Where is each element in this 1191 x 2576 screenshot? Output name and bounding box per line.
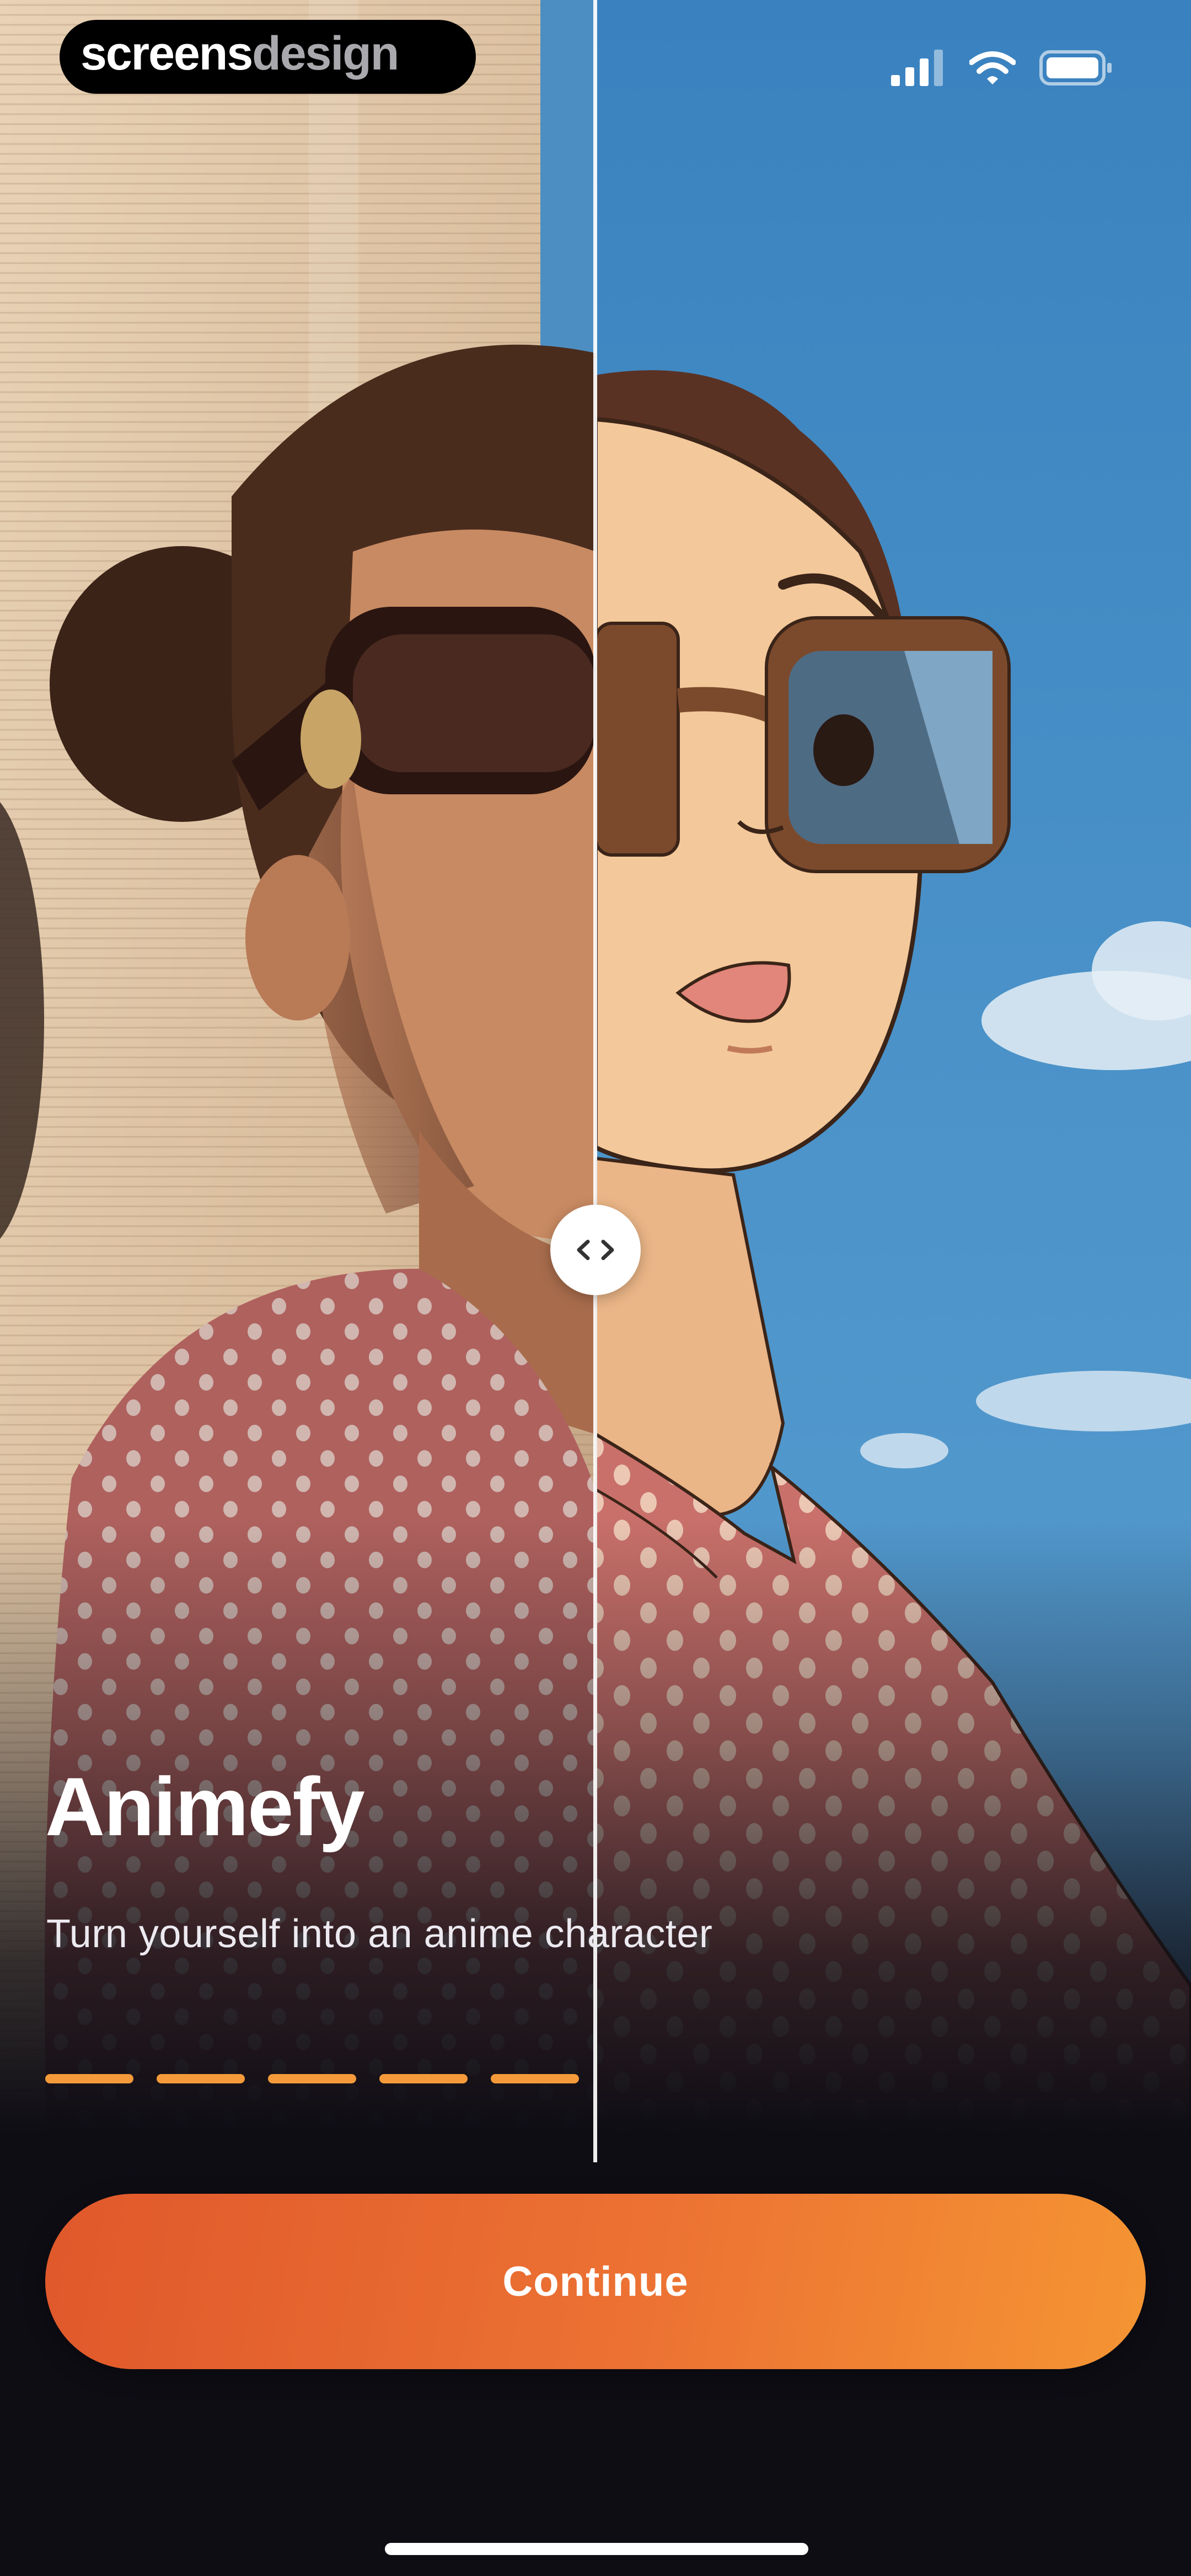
cellular-signal-icon: [891, 50, 943, 86]
battery-icon: [1039, 50, 1112, 85]
page-subtitle: Turn yourself into an anime character: [46, 1912, 713, 1956]
comparison-divider[interactable]: [593, 0, 597, 2162]
page-dash: [491, 2074, 579, 2083]
page-indicator: [45, 2074, 579, 2083]
status-icons: [891, 43, 1114, 93]
home-indicator[interactable]: [385, 2543, 808, 2555]
watermark-logo: screensdesign: [60, 20, 476, 94]
page-title: Animefy: [45, 1760, 365, 1853]
page-dash: [157, 2074, 245, 2083]
continue-button[interactable]: Continue: [45, 2194, 1146, 2369]
svg-text:screensdesign: screensdesign: [81, 29, 398, 80]
compare-arrows-icon[interactable]: [550, 1205, 641, 1295]
onboarding-screen: screensdesign Animefy Turn yourself into…: [0, 0, 1191, 2576]
wifi-icon: [969, 51, 1016, 84]
watermark-wordmark: screensdesign: [81, 29, 399, 80]
page-dash: [379, 2074, 468, 2083]
page-dash: [268, 2074, 356, 2083]
before-after-comparison[interactable]: [0, 0, 1191, 2206]
page-dash: [45, 2074, 133, 2083]
